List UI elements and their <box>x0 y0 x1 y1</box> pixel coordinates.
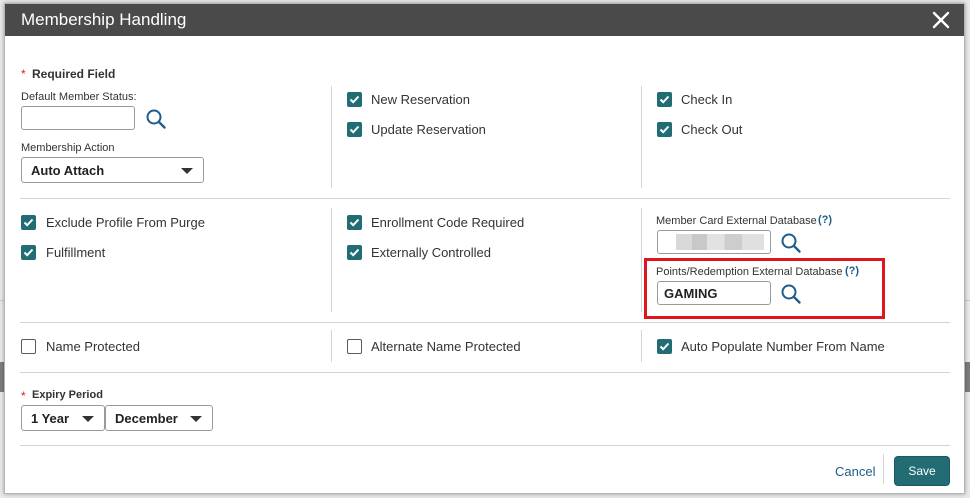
update-reservation-checkbox[interactable] <box>347 122 362 137</box>
fulfillment-label: Fulfillment <box>46 245 106 260</box>
section-divider <box>20 198 950 199</box>
expiry-period-label: Expiry Period <box>32 389 103 401</box>
check-out-label: Check Out <box>681 122 743 137</box>
new-reservation-checkbox[interactable] <box>347 92 362 107</box>
column-divider <box>641 86 642 188</box>
check-in-label: Check In <box>681 92 733 107</box>
section-divider <box>20 322 950 323</box>
close-icon[interactable] <box>930 9 952 31</box>
points-db-value: GAMING <box>664 286 718 301</box>
chevron-down-icon <box>181 168 193 174</box>
chevron-down-icon <box>82 416 94 422</box>
expiry-month-select[interactable]: December <box>105 405 213 431</box>
check-out-checkbox[interactable] <box>657 122 672 137</box>
name-protected-checkbox[interactable] <box>21 339 36 354</box>
enrollment-code-label: Enrollment Code Required <box>371 215 525 230</box>
default-member-status-input[interactable] <box>21 106 135 130</box>
membership-handling-dialog: Membership Handling * Required Field Def… <box>4 3 965 494</box>
membership-action-select[interactable]: Auto Attach <box>21 157 204 183</box>
column-divider <box>331 208 332 312</box>
redacted-value <box>676 234 764 250</box>
fulfillment-checkbox[interactable] <box>21 245 36 260</box>
alt-name-protected-label: Alternate Name Protected <box>371 339 521 354</box>
externally-controlled-checkbox[interactable] <box>347 245 362 260</box>
points-db-input[interactable]: GAMING <box>657 281 771 305</box>
save-button[interactable]: Save <box>894 456 950 486</box>
cancel-button[interactable]: Cancel <box>835 464 875 479</box>
search-icon[interactable] <box>145 108 167 130</box>
enrollment-code-checkbox[interactable] <box>347 215 362 230</box>
new-reservation-label: New Reservation <box>371 92 470 107</box>
footer-divider <box>883 454 884 484</box>
exclude-profile-checkbox[interactable] <box>21 215 36 230</box>
expiry-month-value: December <box>115 411 178 426</box>
search-icon[interactable] <box>780 283 802 305</box>
expiry-period-select[interactable]: 1 Year <box>21 405 105 431</box>
update-reservation-label: Update Reservation <box>371 122 486 137</box>
alt-name-protected-checkbox[interactable] <box>347 339 362 354</box>
auto-populate-checkbox[interactable] <box>657 339 672 354</box>
dialog-title: Membership Handling <box>21 10 187 29</box>
externally-controlled-label: Externally Controlled <box>371 245 491 260</box>
column-divider <box>331 86 332 188</box>
member-card-db-label: Member Card External Database <box>656 215 817 227</box>
points-db-help[interactable]: (?) <box>845 265 859 277</box>
required-field-note: Required Field <box>32 67 116 81</box>
check-in-checkbox[interactable] <box>657 92 672 107</box>
expiry-period-value: 1 Year <box>31 411 70 426</box>
name-protected-label: Name Protected <box>46 339 140 354</box>
search-icon[interactable] <box>780 232 802 254</box>
column-divider <box>331 330 332 362</box>
chevron-down-icon <box>190 416 202 422</box>
points-db-label: Points/Redemption External Database <box>656 266 843 278</box>
expiry-required-star: * <box>21 389 26 403</box>
membership-action-value: Auto Attach <box>31 163 105 178</box>
default-member-status-label: Default Member Status: <box>21 91 137 103</box>
column-divider <box>641 330 642 362</box>
dialog-title-bar: Membership Handling <box>5 4 964 36</box>
member-card-db-help[interactable]: (?) <box>818 214 832 226</box>
required-star: * <box>21 67 26 81</box>
auto-populate-label: Auto Populate Number From Name <box>681 339 885 354</box>
column-divider <box>641 208 642 312</box>
section-divider <box>20 445 950 446</box>
section-divider <box>20 372 950 373</box>
exclude-profile-label: Exclude Profile From Purge <box>46 215 205 230</box>
membership-action-label: Membership Action <box>21 142 115 154</box>
